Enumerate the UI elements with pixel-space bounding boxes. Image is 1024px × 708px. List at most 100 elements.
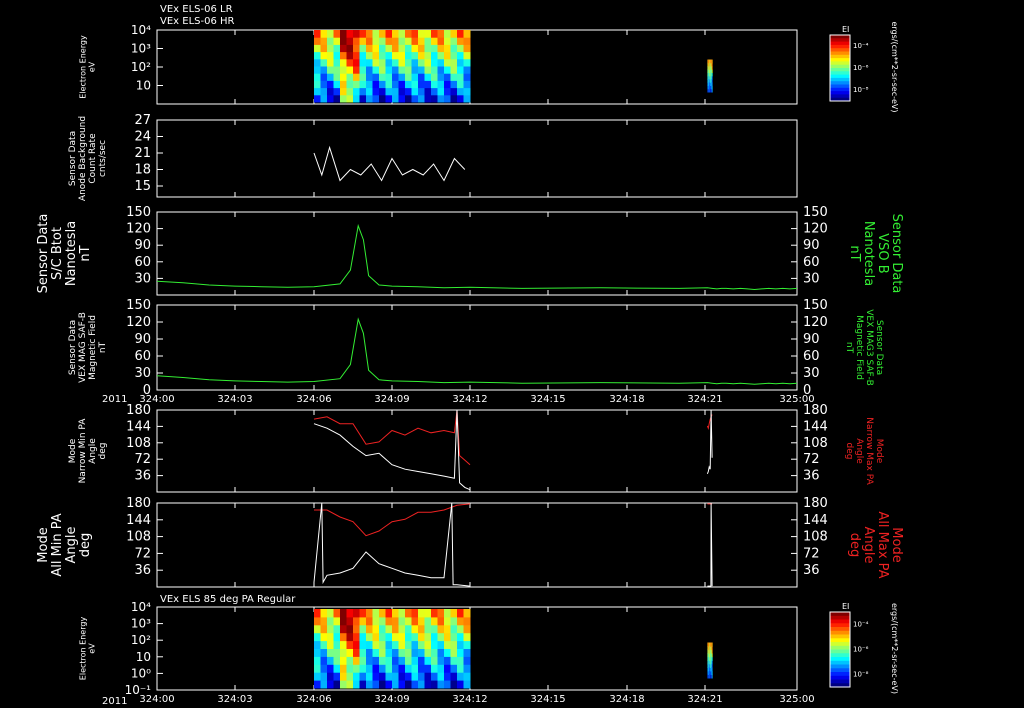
cell-6-0-0-6 (314, 632, 321, 642)
ylabel-line-4-0: Mode (68, 438, 78, 463)
y-tick-label-2-3: 120 (126, 222, 151, 237)
cell-0-0-20-5 (444, 58, 451, 67)
cell-0-0-22-6 (457, 51, 464, 60)
cell-0-0-5-6 (346, 51, 354, 60)
cell-6-0-20-9 (444, 609, 451, 618)
ylabel-line-1-2: Count Rate (88, 133, 98, 184)
cell-0-0-4-0 (340, 94, 347, 103)
cell-6-0-22-8 (457, 616, 464, 626)
cell-6-0-14-3 (405, 656, 412, 665)
cell-0-0-23-3 (463, 73, 471, 81)
colorbar-cell-0-5 (830, 51, 850, 56)
cell-6-0-6-7 (353, 624, 360, 634)
cell-0-0-4-3 (340, 73, 347, 81)
cell-6-0-12-9 (392, 609, 399, 618)
cell-6-0-6-1 (353, 672, 360, 681)
cell-6-0-22-4 (457, 648, 464, 657)
cell-0-0-7-4 (359, 66, 367, 74)
colorbar-cell-0-11 (830, 71, 850, 76)
cell-6-0-23-3 (463, 656, 471, 665)
cell-6-0-9-7 (372, 624, 380, 634)
cell-0-0-19-4 (437, 66, 445, 74)
cell-0-0-5-4 (346, 66, 354, 74)
cell-0-0-20-2 (444, 80, 451, 89)
cell-0-0-16-7 (418, 44, 425, 53)
cell-6-0-2-6 (327, 632, 334, 642)
y-tick-label-3-3: 90 (134, 332, 151, 347)
cell-0-0-17-1 (424, 87, 432, 96)
cell-0-0-23-7 (463, 44, 471, 53)
cell-0-0-21-7 (450, 44, 458, 53)
cell-6-0-13-7 (398, 624, 406, 634)
cell-0-0-17-9 (424, 30, 432, 38)
cell-6-0-4-0 (340, 680, 347, 689)
cell-0-0-5-9 (346, 30, 354, 38)
cell-6-0-23-7 (463, 624, 471, 634)
cell-0-0-13-6 (398, 51, 406, 60)
cell-0-1-23-6 (711, 69, 713, 73)
cell-6-1-23-2 (711, 667, 713, 672)
colorbar-unit-text-0: ergs/(cm**2-sr-sec-eV) (890, 21, 899, 112)
cell-0-0-17-3 (424, 73, 432, 81)
cell-0-0-8-6 (366, 51, 373, 60)
cell-0-0-1-3 (320, 73, 328, 81)
cell-0-0-19-7 (437, 44, 445, 53)
cell-0-0-13-8 (398, 37, 406, 45)
cell-6-0-19-0 (437, 680, 445, 689)
cell-6-0-0-4 (314, 648, 321, 657)
cell-0-0-23-1 (463, 87, 471, 96)
cell-0-0-0-2 (314, 80, 321, 89)
cell-6-0-6-0 (353, 680, 360, 689)
cell-6-0-12-7 (392, 624, 399, 634)
cell-0-0-20-6 (444, 51, 451, 60)
cell-6-0-21-7 (450, 624, 458, 634)
cell-6-0-8-5 (366, 640, 373, 649)
cell-6-0-10-0 (379, 680, 386, 689)
cell-6-0-18-9 (431, 609, 438, 618)
cell-0-0-6-8 (353, 37, 360, 45)
cell-6-0-20-8 (444, 616, 451, 626)
cell-0-0-20-3 (444, 73, 451, 81)
cell-0-0-2-2 (327, 80, 334, 89)
plot-canvas: VEx ELS-06 LR VEx ELS-06 HR VEx ELS 85 d… (0, 0, 1024, 708)
cell-0-0-3-2 (333, 80, 341, 89)
ylabel-right-line-3-1: VEX MAG3 SAF-B (864, 309, 874, 386)
cell-6-0-0-9 (314, 609, 321, 618)
cell-6-0-3-0 (333, 680, 341, 689)
cell-6-0-21-5 (450, 640, 458, 649)
cell-6-0-20-5 (444, 640, 451, 649)
cell-0-0-16-3 (418, 73, 425, 81)
ylabel-right-line-3-3: nT (844, 342, 854, 354)
cell-0-0-22-0 (457, 94, 464, 103)
cell-0-0-17-8 (424, 37, 432, 45)
cell-6-0-20-2 (444, 664, 451, 673)
cell-6-0-0-5 (314, 640, 321, 649)
cell-6-0-12-0 (392, 680, 399, 689)
cell-6-0-7-8 (359, 616, 367, 626)
cell-0-0-13-7 (398, 44, 406, 53)
cell-6-0-11-9 (385, 609, 393, 618)
cell-6-0-5-2 (346, 664, 354, 673)
cell-6-0-5-9 (346, 609, 354, 618)
cell-6-0-10-9 (379, 609, 386, 618)
cell-6-0-20-6 (444, 632, 451, 642)
cell-0-0-1-6 (320, 51, 328, 60)
cell-0-0-23-2 (463, 80, 471, 89)
cell-6-0-22-7 (457, 624, 464, 634)
cell-0-0-8-4 (366, 66, 373, 74)
cell-0-0-18-3 (431, 73, 438, 81)
cell-0-0-3-0 (333, 94, 341, 103)
cell-0-0-19-3 (437, 73, 445, 81)
ylabel-right-line-2-0: Sensor Data (889, 214, 904, 294)
cell-6-0-14-5 (405, 640, 412, 649)
cell-0-0-15-4 (411, 66, 419, 74)
cell-6-0-3-8 (333, 616, 341, 626)
cell-6-0-4-6 (340, 632, 347, 642)
cell-0-0-16-9 (418, 30, 425, 38)
cell-6-0-9-3 (372, 656, 380, 665)
cell-0-0-22-4 (457, 66, 464, 74)
cell-6-0-17-0 (424, 680, 432, 689)
cell-6-0-7-4 (359, 648, 367, 657)
x-tick-label-3-5: 324:15 (530, 394, 565, 405)
cell-6-0-1-7 (320, 624, 328, 634)
